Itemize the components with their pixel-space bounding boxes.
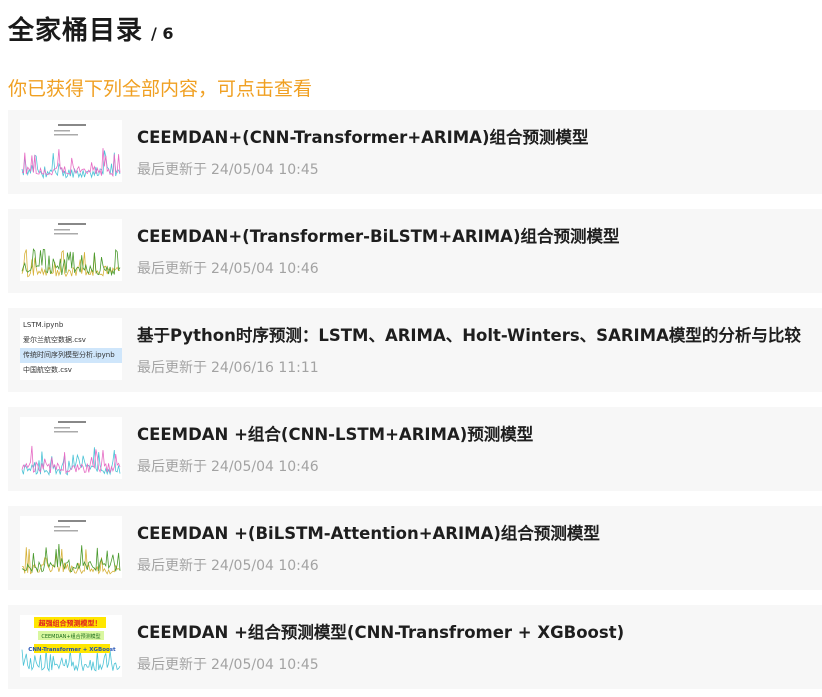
item-updated-time: 最后更新于 24/05/04 10:46 <box>137 456 323 476</box>
updated-label: 最后更新于 <box>137 657 207 673</box>
item-updated-time: 最后更新于 24/05/04 10:45 <box>137 159 323 179</box>
item-thumbnail <box>20 120 122 182</box>
updated-label: 最后更新于 <box>137 360 207 376</box>
thumbnail-file-name: 传统时间序列模型分析.ipynb <box>20 348 122 363</box>
item-updated-time: 最后更新于 24/06/16 11:11 <box>137 357 323 377</box>
catalog-item[interactable]: CEEMDAN +(BiLSTM-Attention+ARIMA)组合预测模型最… <box>8 506 822 590</box>
item-thumbnail <box>20 516 122 578</box>
page-title: 全家桶目录 <box>8 16 144 46</box>
item-title[interactable]: CEEMDAN +组合(CNN-LSTM+ARIMA)预测模型 <box>137 421 817 445</box>
updated-date: 24/05/04 10:46 <box>211 558 319 574</box>
thumbnail-file-name: LSTM.ipynb <box>23 321 64 329</box>
catalog-item[interactable]: CEEMDAN +组合(CNN-LSTM+ARIMA)预测模型最后更新于 24/0… <box>8 407 822 491</box>
thumbnail-file-name: 爱尔兰航空数据.csv <box>23 336 86 344</box>
catalog-item[interactable]: CEEMDAN+(CNN-Transformer+ARIMA)组合预测模型最后更… <box>8 110 822 194</box>
updated-label: 最后更新于 <box>137 261 207 277</box>
catalog-item[interactable]: CEEMDAN+(Transformer-BiLSTM+ARIMA)组合预测模型… <box>8 209 822 293</box>
svg-text:CNN-Transformer + XGBoost: CNN-Transformer + XGBoost <box>28 647 116 653</box>
catalog-item[interactable]: LSTM.ipynb 爱尔兰航空数据.csv 传统时间序列模型分析.ipynb 中国航… <box>8 308 822 392</box>
updated-date: 24/05/04 10:46 <box>211 459 319 475</box>
catalog-page: 全家桶目录 / 6 你已获得下列全部内容，可点击查看 CEEMDAN+(CNN-… <box>0 0 822 697</box>
item-updated-time: 最后更新于 24/05/04 10:46 <box>137 258 323 278</box>
updated-date: 24/05/04 10:46 <box>211 261 319 277</box>
updated-label: 最后更新于 <box>137 162 207 178</box>
item-title[interactable]: CEEMDAN+(Transformer-BiLSTM+ARIMA)组合预测模型 <box>137 223 817 247</box>
item-thumbnail: 超强组合预测模型！ CEEMDAN+组合预测模型 CNN-Transformer… <box>20 615 122 677</box>
item-updated-time: 最后更新于 24/05/04 10:45 <box>137 654 323 674</box>
updated-label: 最后更新于 <box>137 459 207 475</box>
updated-date: 24/06/16 11:11 <box>211 360 319 376</box>
catalog-list: CEEMDAN+(CNN-Transformer+ARIMA)组合预测模型最后更… <box>8 110 822 697</box>
svg-text:CEEMDAN+组合预测模型: CEEMDAN+组合预测模型 <box>41 633 100 640</box>
updated-label: 最后更新于 <box>137 558 207 574</box>
item-title[interactable]: 基于Python时序预测：LSTM、ARIMA、Holt-Winters、SAR… <box>137 322 817 346</box>
svg-text:超强组合预测模型！: 超强组合预测模型！ <box>39 619 102 628</box>
access-notice: 你已获得下列全部内容，可点击查看 <box>8 78 313 100</box>
page-header: 全家桶目录 / 6 <box>8 10 174 47</box>
catalog-item[interactable]: 超强组合预测模型！ CEEMDAN+组合预测模型 CNN-Transformer… <box>8 605 822 689</box>
item-thumbnail <box>20 417 122 479</box>
item-title[interactable]: CEEMDAN+(CNN-Transformer+ARIMA)组合预测模型 <box>137 124 817 148</box>
item-updated-time: 最后更新于 24/05/04 10:46 <box>137 555 323 575</box>
updated-date: 24/05/04 10:45 <box>211 657 319 673</box>
item-title[interactable]: CEEMDAN +(BiLSTM-Attention+ARIMA)组合预测模型 <box>137 520 817 544</box>
item-thumbnail <box>20 219 122 281</box>
updated-date: 24/05/04 10:45 <box>211 162 319 178</box>
item-thumbnail: LSTM.ipynb 爱尔兰航空数据.csv 传统时间序列模型分析.ipynb 中国航… <box>20 318 122 380</box>
item-title[interactable]: CEEMDAN +组合预测模型(CNN-Transfromer + XGBoos… <box>137 619 817 643</box>
thumbnail-file-name: 中国航空数.csv <box>23 366 72 374</box>
item-count: / 6 <box>151 24 174 43</box>
